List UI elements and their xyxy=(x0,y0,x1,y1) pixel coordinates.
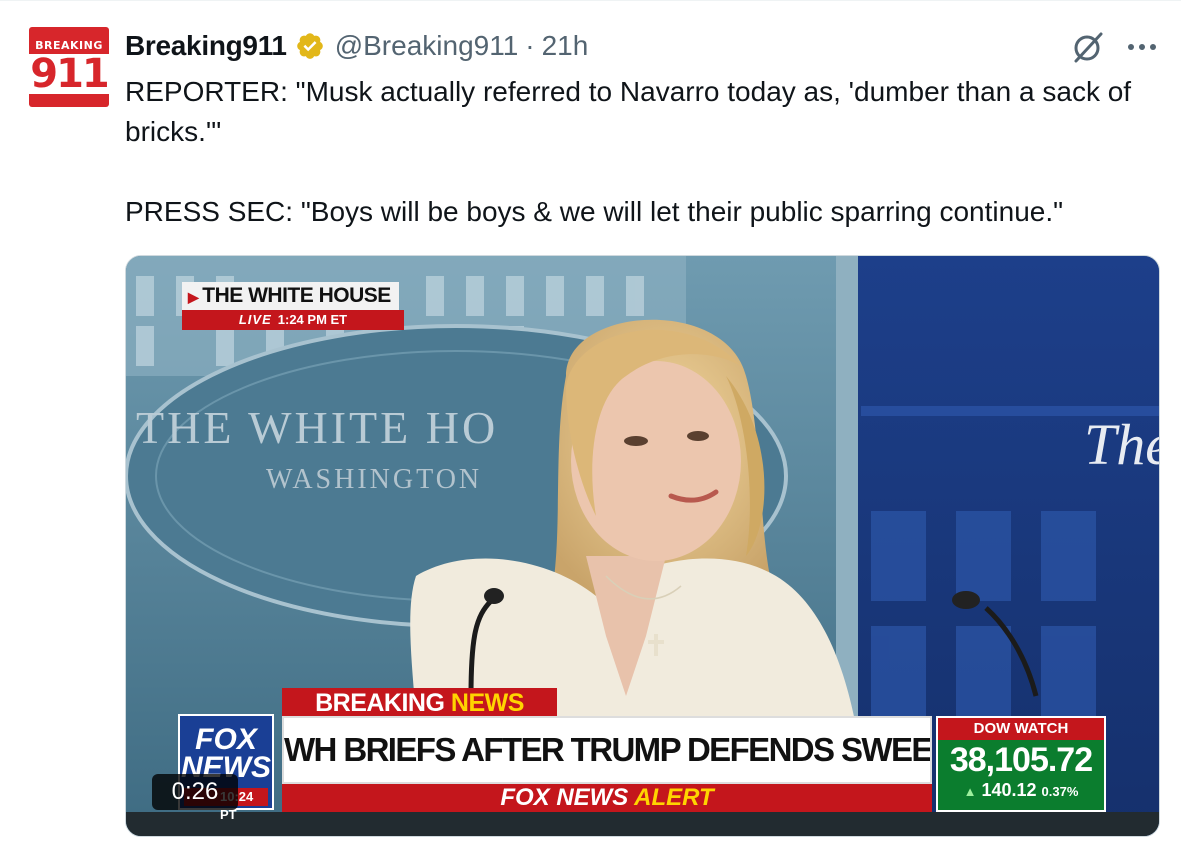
wall-seal-subtitle: WASHINGTON xyxy=(266,464,483,495)
up-arrow-icon: ▲ xyxy=(963,784,977,799)
location-bug: ▶ THE WHITE HOUSE xyxy=(182,282,399,310)
separator-dot: · xyxy=(525,30,535,61)
dow-value: 38,105.72 xyxy=(949,741,1093,779)
fox-news-alert-bar: FOX NEWS ALERT xyxy=(282,784,932,812)
post-header: Breaking911 @Breaking911 · 21h xyxy=(125,28,588,64)
live-bug: LIVE 1:24 PM ET xyxy=(182,310,404,330)
dow-label: DOW WATCH xyxy=(938,718,1104,740)
grok-slash-icon[interactable] xyxy=(1070,30,1106,64)
handle[interactable]: @Breaking911 xyxy=(335,30,519,62)
wall-right-text: The xyxy=(1084,412,1159,477)
breaking-news-label: BREAKING NEWS xyxy=(282,688,557,718)
play-triangle-icon: ▶ xyxy=(188,289,199,305)
timestamp[interactable]: 21h xyxy=(542,30,589,62)
news-headline: WH BRIEFS AFTER TRUMP DEFENDS SWEEPING T… xyxy=(282,716,932,784)
more-horizontal-icon[interactable] xyxy=(1124,34,1160,60)
display-name[interactable]: Breaking911 xyxy=(125,30,287,62)
avatar[interactable]: BREAKING 911 xyxy=(29,27,109,107)
avatar-number: 911 xyxy=(29,49,109,99)
video-player[interactable]: THE WHITE HO WASHINGTON The ▶THE WHITE H… xyxy=(125,255,1160,837)
wall-seal-title: THE WHITE HO xyxy=(136,402,499,453)
dow-watch-ticker: DOW WATCH 38,105.72 ▲ 140.12 0.37% xyxy=(936,716,1106,812)
top-divider xyxy=(0,0,1181,1)
post-text-paragraph: REPORTER: "Musk actually referred to Nav… xyxy=(125,76,1132,147)
video-duration: 0:26 xyxy=(152,774,238,810)
post-text-paragraph: PRESS SEC: "Boys will be boys & we will … xyxy=(125,196,1064,227)
post-text: REPORTER: "Musk actually referred to Nav… xyxy=(125,72,1165,232)
verified-badge-icon[interactable] xyxy=(295,31,325,61)
dow-change: ▲ 140.12 0.37% xyxy=(963,780,1079,800)
